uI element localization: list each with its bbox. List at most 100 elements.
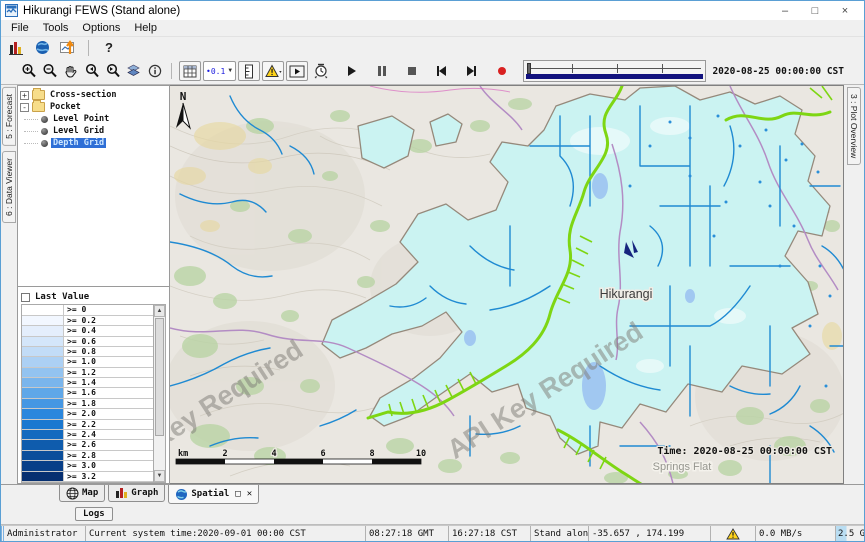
left-tab-strip: 5 : Forecast 6 : Data Viewer <box>1 85 17 484</box>
legend-swatch <box>22 326 64 335</box>
legend-label: >= 0.8 <box>64 347 153 356</box>
time-slider-handle[interactable] <box>527 63 531 74</box>
legend-row[interactable]: >= 3.2 <box>22 472 153 482</box>
minimize-button[interactable]: – <box>770 2 800 19</box>
legend-row[interactable]: >= 3.0 <box>22 461 153 471</box>
legend-scrollbar[interactable]: ▲ ▼ <box>153 305 165 482</box>
tab-label: Map <box>82 488 98 498</box>
animation-movie-icon[interactable] <box>286 61 308 81</box>
legend-row[interactable]: >= 2.8 <box>22 451 153 461</box>
legend-row[interactable]: >= 1.8 <box>22 399 153 409</box>
contour-interval-dropdown[interactable]: •0.1▼ <box>203 61 236 81</box>
legend-swatch <box>22 316 64 325</box>
pan-hand-icon[interactable] <box>61 61 80 81</box>
legend-row[interactable]: >= 0.8 <box>22 347 153 357</box>
legend-label: >= 0.6 <box>64 337 153 346</box>
legend-row[interactable]: >= 2.6 <box>22 440 153 450</box>
warning-threshold-icon[interactable] <box>262 61 284 81</box>
scroll-thumb[interactable] <box>155 318 164 436</box>
skip-to-start-icon[interactable] <box>432 61 451 81</box>
tab-maximize-icon[interactable]: □ <box>235 489 240 499</box>
tree-item-level-grid[interactable]: Level Grid <box>20 125 167 137</box>
expander-icon[interactable]: + <box>20 91 29 100</box>
zoom-next-icon[interactable] <box>103 61 122 81</box>
legend-swatch <box>22 409 64 418</box>
menu-help[interactable]: Help <box>127 21 164 35</box>
tree-item-label[interactable]: Pocket <box>48 102 83 112</box>
zoom-in-icon[interactable] <box>19 61 38 81</box>
tree-item-label[interactable]: Level Grid <box>51 126 106 136</box>
tab-label: Graph <box>131 488 158 498</box>
profile-chart-icon[interactable] <box>57 38 79 58</box>
globe-icon[interactable] <box>31 38 53 58</box>
time-slider-range-bar <box>526 74 703 79</box>
legend-label: >= 2.6 <box>64 440 153 449</box>
map-canvas[interactable]: API Key Required API Key Required Hikura… <box>170 85 844 484</box>
window-title: Hikurangi FEWS (Stand alone) <box>23 5 180 17</box>
legend-row[interactable]: >= 0.2 <box>22 316 153 326</box>
pause-icon[interactable] <box>372 61 391 81</box>
menu-tools[interactable]: Tools <box>36 21 76 35</box>
tab-data-viewer[interactable]: 6 : Data Viewer <box>2 151 16 223</box>
tree-item-pocket[interactable]: - Pocket <box>20 101 167 113</box>
app-icon <box>5 4 18 17</box>
grid-display-icon[interactable] <box>179 61 201 81</box>
skip-to-end-icon[interactable] <box>462 61 481 81</box>
layer-bullet-icon <box>41 140 48 147</box>
last-value-checkbox[interactable] <box>21 293 30 302</box>
help-icon[interactable]: ? <box>98 38 120 58</box>
logs-button[interactable]: Logs <box>75 507 113 521</box>
tree-item-cross-section[interactable]: + Cross-section <box>20 89 167 101</box>
map-toolbar: •0.1▼ 2020-08-25 00:00: <box>1 58 864 85</box>
legend-swatch <box>22 337 64 346</box>
tree-item-label[interactable]: Cross-section <box>48 90 119 100</box>
status-warning[interactable] <box>711 526 756 541</box>
database-chart-icon[interactable] <box>5 38 27 58</box>
legend-swatch <box>22 472 64 481</box>
tab-map[interactable]: Map <box>59 485 105 502</box>
tab-close-icon[interactable]: ✕ <box>247 489 252 499</box>
tree-item-label[interactable]: Level Point <box>51 114 111 124</box>
time-slider[interactable] <box>523 60 706 82</box>
maximize-button[interactable]: □ <box>800 2 830 19</box>
legend-row[interactable]: >= 0.6 <box>22 337 153 347</box>
menu-options[interactable]: Options <box>75 21 127 35</box>
play-icon[interactable] <box>342 61 361 81</box>
tab-plot-overview[interactable]: 3 : Plot Overview <box>847 87 861 165</box>
stop-icon[interactable] <box>402 61 421 81</box>
record-icon[interactable] <box>492 61 511 81</box>
expander-icon[interactable]: - <box>20 103 29 112</box>
zoom-out-icon[interactable] <box>40 61 59 81</box>
legend-row[interactable]: >= 2.2 <box>22 420 153 430</box>
tree-item-depth-grid[interactable]: Depth Grid <box>20 137 167 149</box>
info-icon[interactable] <box>145 61 164 81</box>
legend-row[interactable]: >= 1.4 <box>22 378 153 388</box>
legend-label: >= 3.0 <box>64 461 153 470</box>
tree-item-label[interactable]: Depth Grid <box>51 138 106 148</box>
scroll-up-icon[interactable]: ▲ <box>154 305 165 317</box>
legend-row[interactable]: >= 1.6 <box>22 388 153 398</box>
layers-icon[interactable] <box>124 61 143 81</box>
tab-forecast[interactable]: 5 : Forecast <box>2 87 16 146</box>
measure-ruler-icon[interactable] <box>238 61 260 81</box>
tree-item-level-point[interactable]: Level Point <box>20 113 167 125</box>
legend-swatch <box>22 440 64 449</box>
menu-file[interactable]: File <box>4 21 36 35</box>
tab-graph[interactable]: Graph <box>108 485 165 502</box>
area-label: Springs Flat <box>653 461 712 473</box>
legend-row[interactable]: >= 1.0 <box>22 357 153 367</box>
tab-spatial[interactable]: Spatial □ ✕ <box>168 485 259 504</box>
folder-icon <box>32 90 45 100</box>
zoom-previous-icon[interactable] <box>82 61 101 81</box>
scroll-down-icon[interactable]: ▼ <box>154 470 165 482</box>
layer-bullet-icon <box>41 116 48 123</box>
timer-settings-icon[interactable] <box>310 61 332 81</box>
legend-row[interactable]: >= 1.2 <box>22 368 153 378</box>
legend-row[interactable]: >= 2.0 <box>22 409 153 419</box>
legend-swatch <box>22 388 64 397</box>
close-button[interactable]: × <box>830 2 860 19</box>
legend-row[interactable]: >= 0.4 <box>22 326 153 336</box>
status-system-time: Current system time:2020-09-01 00:00 CST <box>86 526 366 541</box>
legend-row[interactable]: >= 0 <box>22 305 153 315</box>
legend-row[interactable]: >= 2.4 <box>22 430 153 440</box>
